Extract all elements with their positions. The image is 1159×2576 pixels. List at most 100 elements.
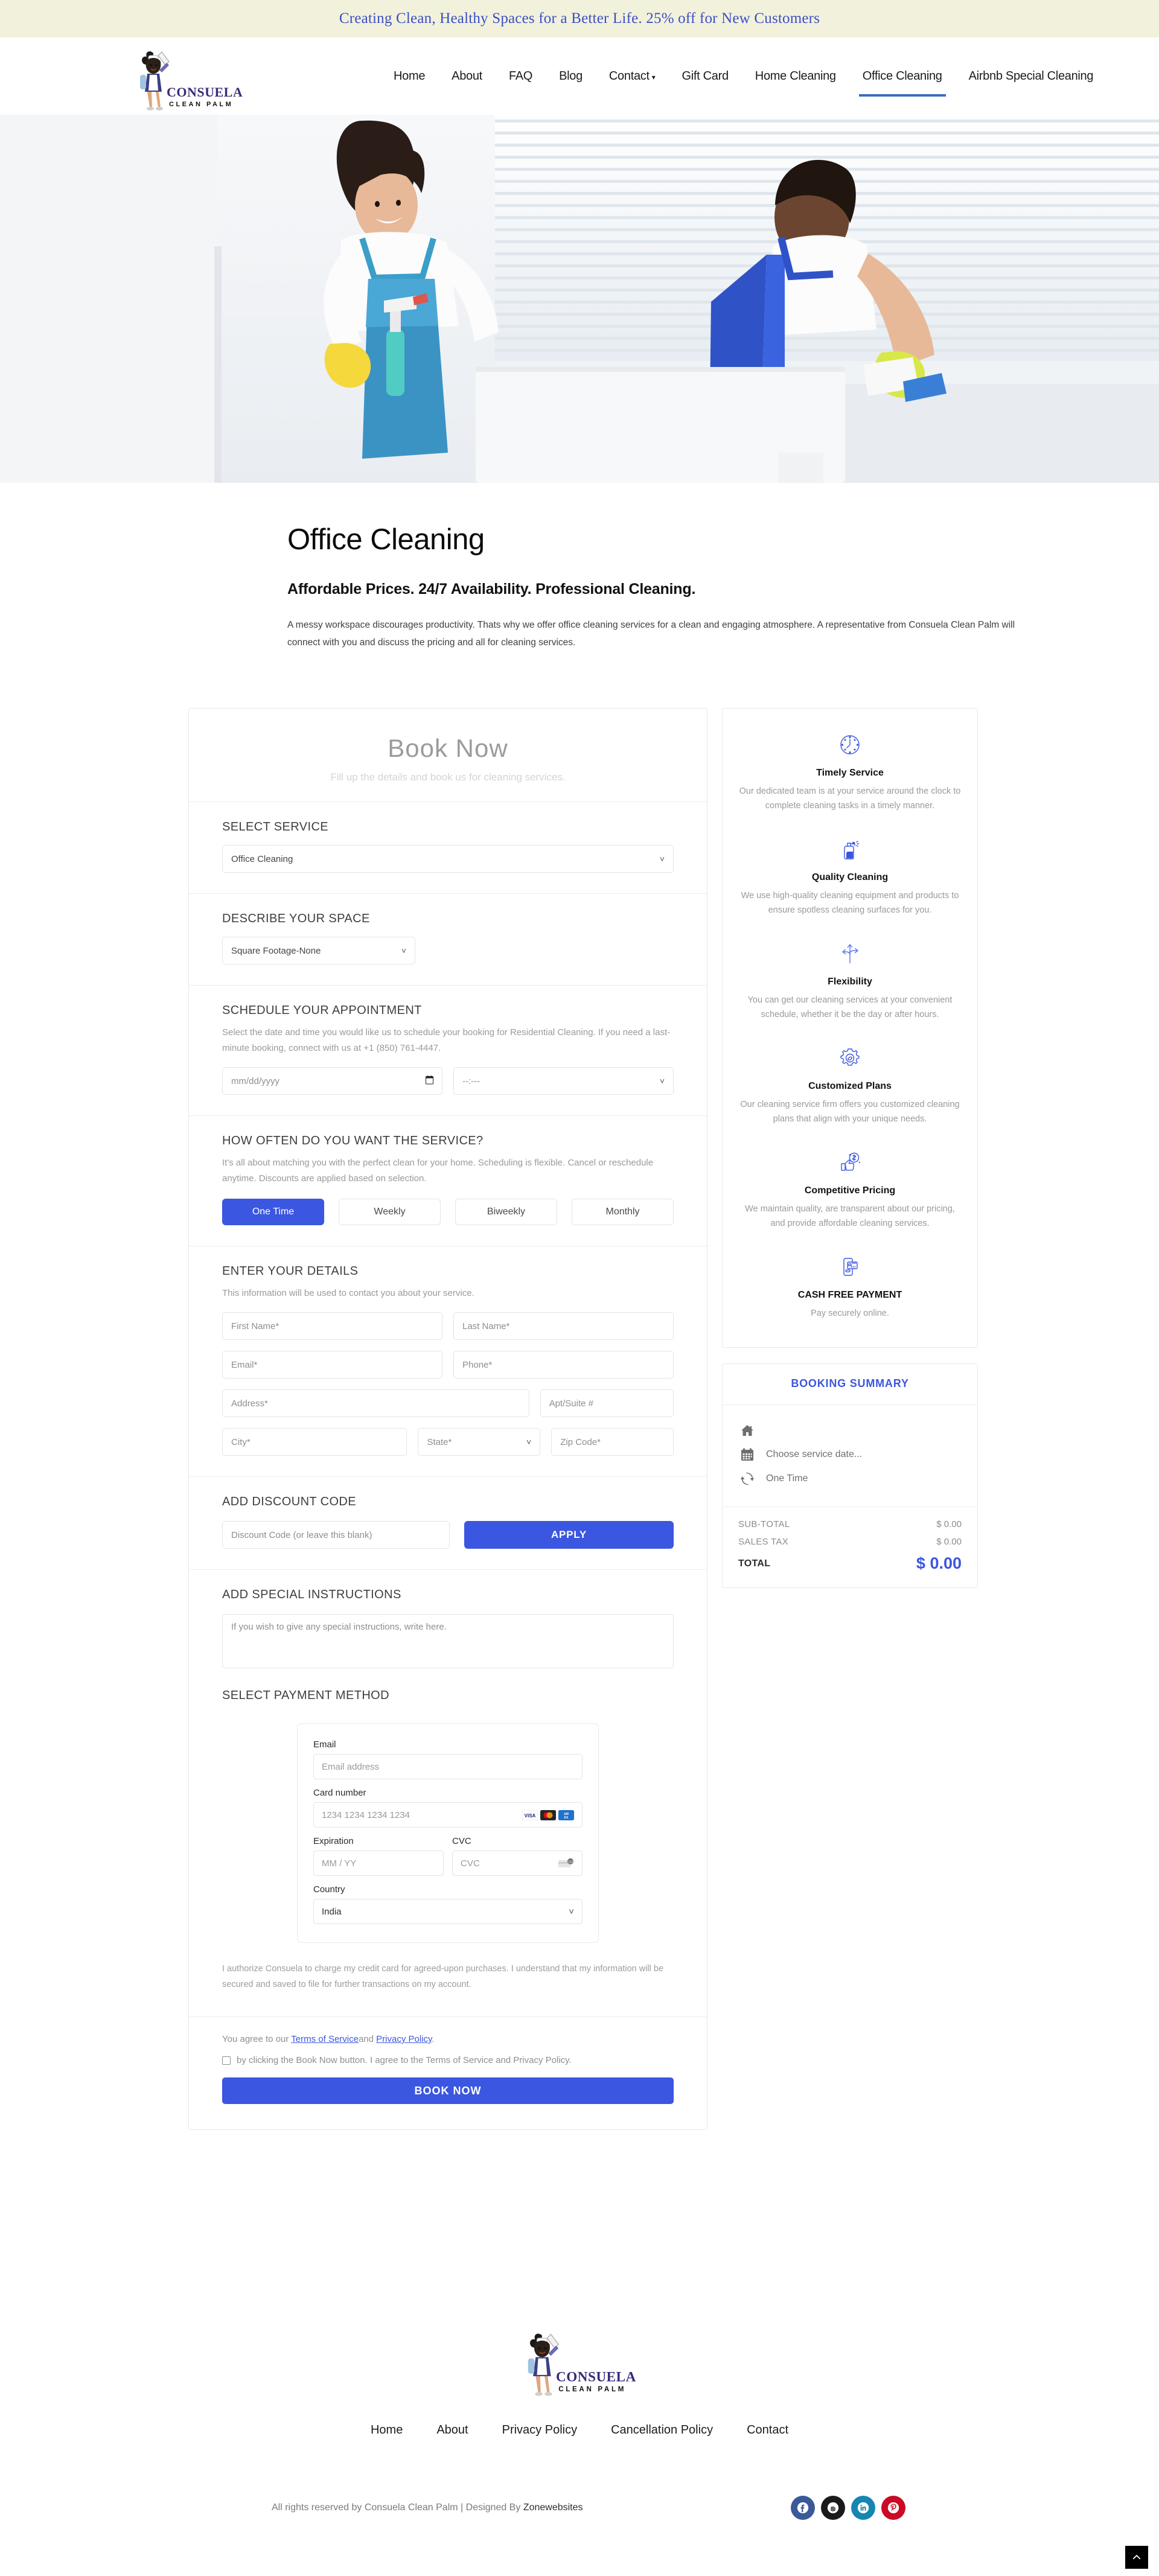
- sales-tax-label: SALES TAX: [738, 1537, 789, 1547]
- card-number-input[interactable]: 1234 1234 1234 1234 VISA AM EX: [313, 1802, 583, 1828]
- first-name-input[interactable]: First Name*: [222, 1312, 442, 1340]
- chevron-down-icon: ˅: [659, 1076, 665, 1086]
- cvc-input[interactable]: CVC 123: [452, 1851, 583, 1876]
- city-input[interactable]: City*: [222, 1428, 407, 1456]
- state-dropdown[interactable]: State* ˅: [418, 1428, 541, 1456]
- features-card: Timely Service Our dedicated team is at …: [722, 708, 978, 1348]
- feature-cash-free-payment: PAY CASH FREE PAYMENT Pay securely onlin…: [738, 1251, 962, 1321]
- summary-line-service: [738, 1418, 962, 1443]
- terms-checkbox-label: by clicking the Book Now button. I agree…: [237, 2055, 572, 2065]
- nav-item-contact[interactable]: Contact ▾: [596, 66, 669, 87]
- country-dropdown[interactable]: India ˅: [313, 1899, 583, 1924]
- terms-of-service-link[interactable]: Terms of Service: [291, 2034, 359, 2044]
- svg-text:EX: EX: [564, 1816, 569, 1820]
- feature-title: CASH FREE PAYMENT: [797, 1290, 902, 1300]
- site-logo[interactable]: CONSUELA CLEAN PALM: [132, 48, 246, 113]
- nav-label: Office Cleaning: [862, 69, 942, 83]
- square-footage-dropdown[interactable]: Square Footage-None ˅: [222, 937, 415, 964]
- phone-input[interactable]: Phone*: [453, 1351, 674, 1379]
- select-service-label: SELECT SERVICE: [222, 820, 329, 834]
- nav-item-home[interactable]: Home: [380, 66, 438, 87]
- service-date-input[interactable]: mm/dd/yyyy: [222, 1067, 442, 1095]
- feature-desc: Our dedicated team is at your service ar…: [739, 786, 961, 811]
- service-time-dropdown[interactable]: --:--- ˅: [453, 1067, 674, 1095]
- nav-label: About: [452, 69, 482, 83]
- site-footer: CONSUELA CLEAN PALM Home About Privacy P…: [0, 2329, 1159, 2535]
- email-input[interactable]: Email*: [222, 1351, 442, 1379]
- section-select-service: SELECT SERVICE Office Cleaning ˅: [189, 802, 707, 893]
- frequency-option-monthly[interactable]: Monthly: [572, 1199, 674, 1225]
- nav-item-blog[interactable]: Blog: [546, 66, 596, 87]
- expiration-input[interactable]: MM / YY: [313, 1851, 444, 1876]
- schedule-label: SCHEDULE YOUR APPOINTMENT: [222, 1004, 422, 1017]
- nav-item-home-cleaning[interactable]: Home Cleaning: [742, 66, 849, 87]
- footer-link-cancellation-policy[interactable]: Cancellation Policy: [611, 2423, 713, 2437]
- zip-code-input[interactable]: Zip Code*: [551, 1428, 674, 1456]
- book-now-button[interactable]: BOOK NOW: [222, 2077, 674, 2104]
- section-payment: SELECT PAYMENT METHOD Email Email addres…: [189, 1689, 707, 1943]
- nav-item-faq[interactable]: FAQ: [496, 66, 546, 87]
- terms-prefix: You agree to our: [222, 2034, 292, 2044]
- promo-banner-text: Creating Clean, Healthy Spaces for a Bet…: [339, 10, 820, 27]
- terms-suffix: .: [432, 2034, 435, 2044]
- square-footage-value: Square Footage-None: [231, 945, 321, 956]
- footer-navigation: Home About Privacy Policy Cancellation P…: [0, 2423, 1159, 2437]
- summary-value: Choose service date...: [766, 1449, 863, 1459]
- linkedin-icon[interactable]: [851, 2496, 875, 2520]
- feature-title: Competitive Pricing: [804, 1185, 896, 1196]
- select-service-value: Office Cleaning: [231, 853, 293, 864]
- clock-glyph: [840, 735, 860, 754]
- home-icon: [738, 1424, 756, 1436]
- side-column: Timely Service Our dedicated team is at …: [722, 708, 978, 1588]
- footer-link-home[interactable]: Home: [371, 2423, 403, 2437]
- facebook-icon[interactable]: [791, 2496, 815, 2520]
- calendar-icon[interactable]: [426, 1076, 433, 1086]
- scroll-to-top-button[interactable]: [1125, 2546, 1148, 2569]
- footer-link-about[interactable]: About: [436, 2423, 468, 2437]
- apply-discount-button[interactable]: APPLY: [464, 1521, 674, 1549]
- address-input[interactable]: Address*: [222, 1389, 529, 1417]
- main-content: Book Now Fill up the details and book us…: [0, 651, 1159, 2130]
- nav-item-about[interactable]: About: [438, 66, 496, 87]
- footer-link-privacy-policy[interactable]: Privacy Policy: [502, 2423, 577, 2437]
- nav-item-office-cleaning[interactable]: Office Cleaning: [849, 66, 956, 97]
- country-label: Country: [313, 1884, 345, 1895]
- footer-link-contact[interactable]: Contact: [747, 2423, 788, 2437]
- stripe-card-box: Email Email address Card number 1234 123…: [297, 1723, 599, 1943]
- terms-checkbox-row[interactable]: by clicking the Book Now button. I agree…: [222, 2055, 674, 2065]
- authorization-note: I authorize Consuela to charge my credit…: [222, 1964, 664, 1989]
- spray-bottle-icon: [738, 834, 962, 865]
- last-name-input[interactable]: Last Name*: [453, 1312, 674, 1340]
- nav-item-airbnb-special-cleaning[interactable]: Airbnb Special Cleaning: [956, 66, 1107, 87]
- terms-line: You agree to our Terms of Serviceand Pri…: [222, 2034, 674, 2044]
- payment-email-input[interactable]: Email address: [313, 1754, 583, 1779]
- select-service-dropdown[interactable]: Office Cleaning ˅: [222, 845, 674, 873]
- section-describe-space: DESCRIBE YOUR SPACE Square Footage-None …: [189, 893, 707, 985]
- feature-quality-cleaning: Quality Cleaning We use high-quality cle…: [738, 834, 962, 917]
- feature-flexibility: Flexibility You can get our cleaning ser…: [738, 938, 962, 1022]
- booking-summary-totals: SUB-TOTAL $ 0.00 SALES TAX $ 0.00 TOTAL …: [723, 1507, 977, 1587]
- terms-checkbox[interactable]: [222, 2056, 231, 2065]
- apt-suite-input[interactable]: Apt/Suite #: [540, 1389, 674, 1417]
- special-instructions-textarea[interactable]: If you wish to give any special instruct…: [222, 1614, 674, 1668]
- privacy-policy-link[interactable]: Privacy Policy: [376, 2034, 432, 2044]
- frequency-option-one-time[interactable]: One Time: [222, 1199, 324, 1225]
- expiration-label: Expiration: [313, 1836, 354, 1846]
- amex-icon: AM EX: [558, 1809, 574, 1820]
- pinterest-icon[interactable]: [881, 2496, 905, 2520]
- nav-item-gift-card[interactable]: Gift Card: [668, 66, 741, 87]
- feature-desc: We maintain quality, are transparent abo…: [745, 1204, 955, 1228]
- footer-logo[interactable]: CONSUELA CLEAN PALM: [0, 2329, 1159, 2400]
- hero-image: [0, 115, 1159, 483]
- svg-text:CLEAN PALM: CLEAN PALM: [558, 2386, 626, 2393]
- frequency-option-weekly[interactable]: Weekly: [339, 1199, 441, 1225]
- total-value: $ 0.00: [916, 1554, 962, 1572]
- visa-icon: VISA: [522, 1809, 538, 1820]
- card-number-label: Card number: [313, 1788, 366, 1798]
- spray-bottle-glyph: [844, 841, 860, 859]
- payment-method-label: SELECT PAYMENT METHOD: [222, 1689, 389, 1702]
- instagram-icon[interactable]: [821, 2496, 845, 2520]
- discount-code-input[interactable]: Discount Code (or leave this blank): [222, 1521, 450, 1549]
- card-brand-icons: VISA AM EX: [522, 1809, 574, 1820]
- frequency-option-biweekly[interactable]: Biweekly: [455, 1199, 557, 1225]
